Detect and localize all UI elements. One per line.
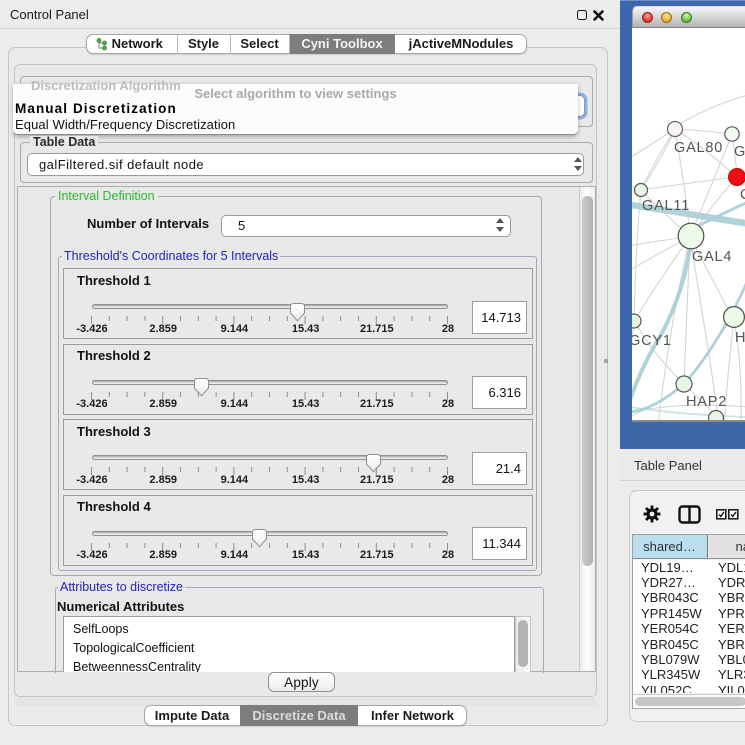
svg-text:GAL11: GAL11 [642,198,690,214]
svg-text:GAL4: GAL4 [692,249,732,265]
svg-text:HAP2: HAP2 [686,394,727,410]
svg-text:H: H [735,330,745,346]
svg-text:GA: GA [734,144,745,160]
svg-text:GAL80: GAL80 [674,140,723,156]
svg-text:C: C [740,187,745,203]
svg-text:GCY1: GCY1 [632,333,672,349]
